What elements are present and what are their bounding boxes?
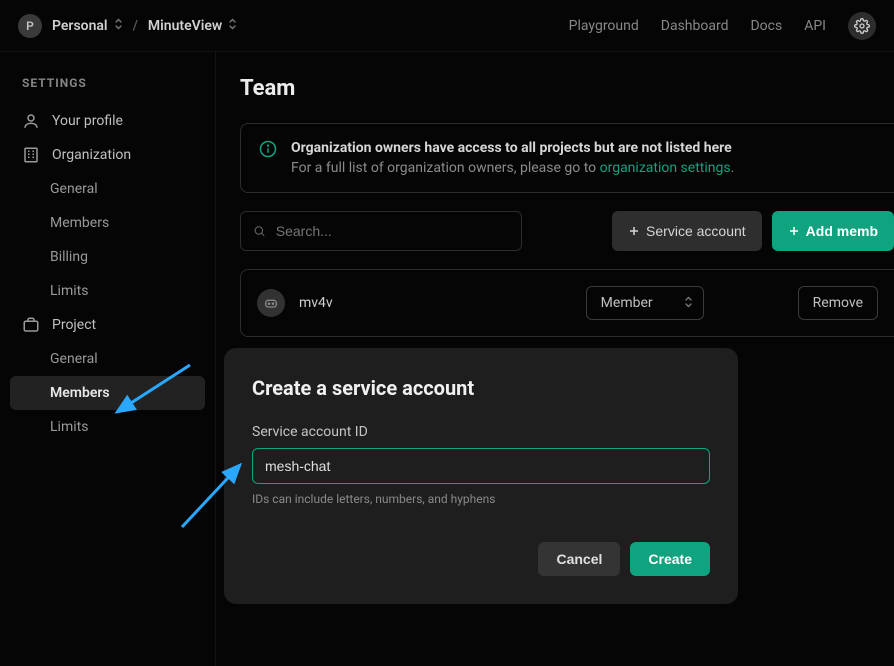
modal-title: Create a service account xyxy=(252,376,710,400)
sidebar-sub-org-billing[interactable]: Billing xyxy=(10,240,205,274)
sidebar-sub-proj-general[interactable]: General xyxy=(10,342,205,376)
create-service-account-modal: Create a service account Service account… xyxy=(224,348,738,604)
info-body-end: . xyxy=(731,160,735,176)
sidebar-item-label: Organization xyxy=(52,147,131,163)
info-text: Organization owners have access to all p… xyxy=(291,140,734,176)
create-button[interactable]: Create xyxy=(630,542,710,576)
sidebar-sub-proj-members[interactable]: Members xyxy=(10,376,205,410)
field-label: Service account ID xyxy=(252,424,710,440)
info-icon xyxy=(259,140,277,176)
sidebar-item-label: Project xyxy=(52,317,96,333)
briefcase-icon xyxy=(22,316,40,334)
search-icon xyxy=(253,224,266,238)
unfold-icon xyxy=(228,18,237,33)
role-label: Member xyxy=(601,295,653,311)
breadcrumb-project-label: MinuteView xyxy=(148,18,222,34)
nav-api[interactable]: API xyxy=(804,18,826,34)
gear-icon xyxy=(854,18,870,34)
members-list: mv4v Member Remove xyxy=(240,269,894,337)
org-settings-link[interactable]: organization settings xyxy=(600,160,731,176)
unfold-icon xyxy=(684,296,693,311)
role-select[interactable]: Member xyxy=(586,286,704,320)
cancel-button[interactable]: Cancel xyxy=(538,542,620,576)
org-avatar: P xyxy=(18,14,42,38)
sidebar-heading: SETTINGS xyxy=(10,70,205,104)
info-banner: Organization owners have access to all p… xyxy=(240,123,894,193)
info-strong: Organization owners have access to all p… xyxy=(291,140,734,156)
plus-icon xyxy=(788,225,800,237)
nav-dashboard[interactable]: Dashboard xyxy=(661,18,729,34)
button-label: Add memb xyxy=(806,223,878,239)
sidebar-item-profile[interactable]: Your profile xyxy=(10,104,205,138)
member-row: mv4v Member Remove xyxy=(241,270,894,336)
nav-playground[interactable]: Playground xyxy=(569,18,639,34)
sidebar-item-project[interactable]: Project xyxy=(10,308,205,342)
top-nav: Playground Dashboard Docs API xyxy=(569,12,876,40)
add-member-button[interactable]: Add memb xyxy=(772,211,894,251)
member-name: mv4v xyxy=(299,295,572,311)
sidebar-item-organization[interactable]: Organization xyxy=(10,138,205,172)
sidebar-sub-org-limits[interactable]: Limits xyxy=(10,274,205,308)
info-body: For a full list of organization owners, … xyxy=(291,160,600,176)
building-icon xyxy=(22,146,40,164)
service-account-id-input[interactable] xyxy=(252,448,710,484)
top-bar: P Personal / MinuteView Playground Dashb… xyxy=(0,0,894,52)
breadcrumb-org-label: Personal xyxy=(52,18,108,34)
modal-actions: Cancel Create xyxy=(252,542,710,576)
sidebar-item-label: Your profile xyxy=(52,113,123,129)
breadcrumb-org[interactable]: Personal xyxy=(52,18,123,34)
breadcrumb: P Personal / MinuteView xyxy=(18,14,237,38)
button-label: Service account xyxy=(646,223,746,239)
service-account-button[interactable]: Service account xyxy=(612,211,762,251)
search-box[interactable] xyxy=(240,211,522,251)
breadcrumb-separator: / xyxy=(133,18,138,34)
page-title: Team xyxy=(240,76,894,101)
field-hint: IDs can include letters, numbers, and hy… xyxy=(252,492,710,506)
bot-avatar xyxy=(257,289,285,317)
robot-icon xyxy=(263,295,279,311)
sidebar: SETTINGS Your profile Organization Gener… xyxy=(0,52,215,462)
search-input[interactable] xyxy=(276,223,509,239)
nav-docs[interactable]: Docs xyxy=(750,18,782,34)
breadcrumb-project[interactable]: MinuteView xyxy=(148,18,237,34)
sidebar-sub-org-members[interactable]: Members xyxy=(10,206,205,240)
sidebar-sub-org-general[interactable]: General xyxy=(10,172,205,206)
settings-button[interactable] xyxy=(848,12,876,40)
plus-icon xyxy=(628,225,640,237)
unfold-icon xyxy=(114,18,123,33)
remove-button[interactable]: Remove xyxy=(798,286,878,320)
sidebar-sub-proj-limits[interactable]: Limits xyxy=(10,410,205,444)
toolbar: Service account Add memb xyxy=(240,211,894,251)
user-icon xyxy=(22,112,40,130)
